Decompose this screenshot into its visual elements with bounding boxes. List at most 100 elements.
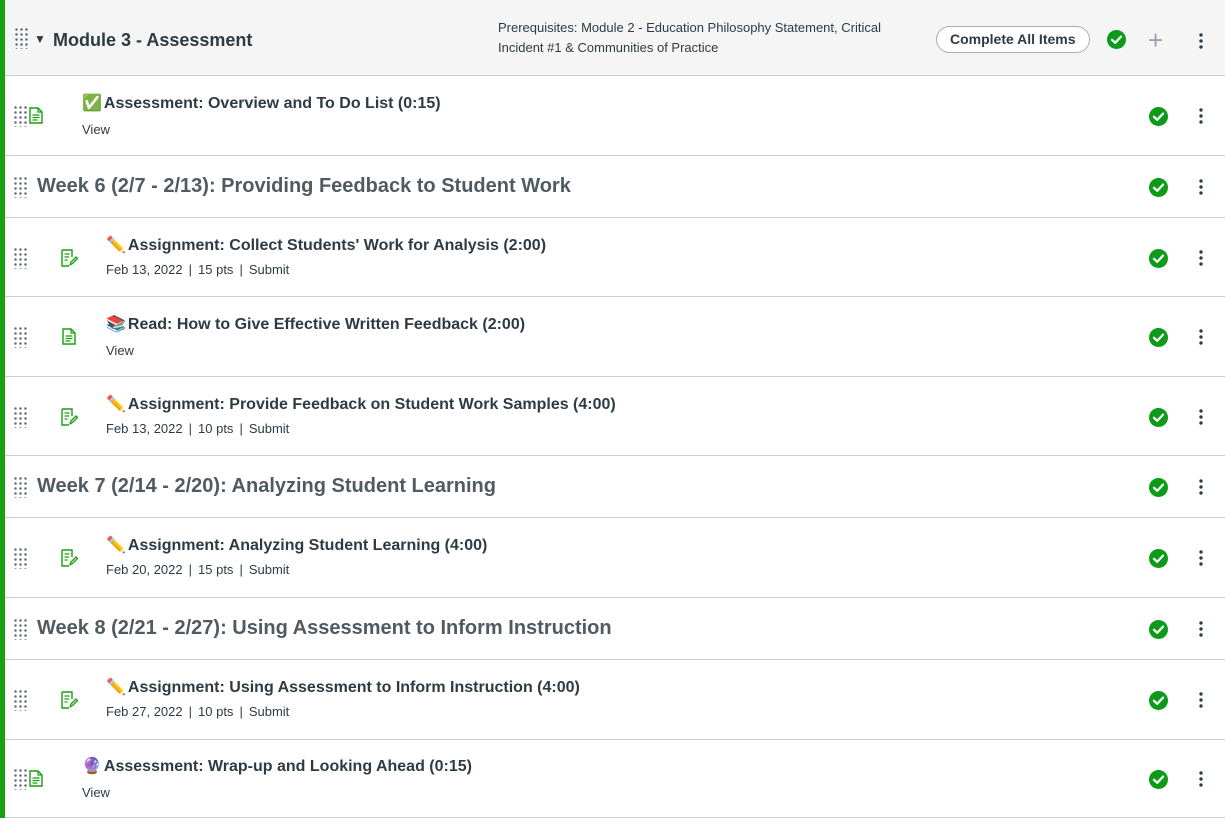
module-item-row[interactable]: ✏️ Assignment: Collect Students' Work for… bbox=[5, 218, 1225, 297]
item-options-icon[interactable] bbox=[1199, 478, 1203, 496]
item-emoji-icon: ✏️ bbox=[106, 396, 126, 413]
complete-check-icon bbox=[1149, 408, 1168, 427]
item-options-icon[interactable] bbox=[1199, 691, 1203, 709]
points: 15 pts bbox=[198, 562, 234, 577]
due-date: Feb 13, 2022 bbox=[106, 262, 183, 277]
item-emoji-icon: ✏️ bbox=[106, 237, 126, 254]
item-meta: Feb 13, 2022 | 10 pts | Submit bbox=[106, 421, 290, 436]
item-action: View bbox=[82, 785, 110, 800]
week-header-row[interactable]: Week 7 (2/14 - 2/20): Analyzing Student … bbox=[5, 456, 1225, 518]
module-item-row[interactable]: ✏️ Assignment: Provide Feedback on Studen… bbox=[5, 377, 1225, 456]
drag-handle-icon[interactable] bbox=[13, 618, 27, 640]
drag-handle-icon[interactable] bbox=[13, 247, 27, 269]
page-icon bbox=[29, 107, 43, 129]
item-options-icon[interactable] bbox=[1199, 770, 1203, 788]
item-action: View bbox=[82, 122, 110, 137]
drag-handle-icon[interactable] bbox=[13, 476, 27, 498]
item-title-text: Assignment: Using Assessment to Inform I… bbox=[127, 679, 580, 696]
drag-handle-icon[interactable] bbox=[13, 406, 27, 428]
submit-status: Submit bbox=[248, 704, 290, 719]
item-action: View bbox=[106, 343, 134, 358]
item-options-icon[interactable] bbox=[1199, 107, 1203, 125]
complete-check-icon bbox=[1149, 107, 1168, 126]
item-title-link[interactable]: ✏️ Assignment: Provide Feedback on Studen… bbox=[106, 394, 616, 414]
points: 10 pts bbox=[198, 704, 234, 719]
prerequisites-text: Prerequisites: Module 2 - Education Phil… bbox=[498, 20, 881, 55]
week-header-row[interactable]: Week 8 (2/21 - 2/27): Using Assessment t… bbox=[5, 598, 1225, 660]
item-emoji-icon: ✏️ bbox=[106, 537, 126, 554]
item-title-link[interactable]: 🔮 Assessment: Wrap-up and Looking Ahead (… bbox=[82, 756, 472, 776]
due-date: Feb 20, 2022 bbox=[106, 562, 183, 577]
complete-check-icon bbox=[1149, 178, 1168, 197]
module-item-row[interactable]: ✅ Assessment: Overview and To Do List (0:… bbox=[5, 76, 1225, 156]
week-header-title: Week 7 (2/14 - 2/20): Analyzing Student … bbox=[37, 475, 496, 497]
drag-handle-icon[interactable] bbox=[13, 176, 27, 198]
drag-handle-icon[interactable] bbox=[13, 326, 27, 348]
complete-check-icon bbox=[1149, 620, 1168, 639]
drag-handle-icon[interactable] bbox=[14, 27, 28, 49]
item-title-text: Assessment: Overview and To Do List (0:1… bbox=[103, 95, 441, 112]
submit-status: Submit bbox=[248, 421, 290, 436]
item-emoji-icon: ✅ bbox=[82, 95, 102, 112]
module-item-row[interactable]: 🔮 Assessment: Wrap-up and Looking Ahead (… bbox=[5, 740, 1225, 818]
drag-handle-icon[interactable] bbox=[13, 689, 27, 711]
assignment-icon bbox=[61, 408, 79, 431]
submit-status: Submit bbox=[248, 262, 290, 277]
item-title-link[interactable]: 📚 Read: How to Give Effective Written Fee… bbox=[106, 314, 525, 334]
module-header[interactable]: ▼ Module 3 - Assessment Prerequisites: M… bbox=[5, 0, 1225, 76]
item-title-text: Assignment: Provide Feedback on Student … bbox=[127, 396, 616, 413]
module-title: Module 3 - Assessment bbox=[53, 30, 253, 50]
item-title-link[interactable]: ✏️ Assignment: Collect Students' Work for… bbox=[106, 235, 546, 255]
complete-check-icon bbox=[1149, 478, 1168, 497]
module-options-icon[interactable] bbox=[1199, 32, 1203, 50]
module-item-row[interactable]: 📚 Read: How to Give Effective Written Fee… bbox=[5, 297, 1225, 377]
item-options-icon[interactable] bbox=[1199, 620, 1203, 638]
complete-check-icon bbox=[1149, 691, 1168, 710]
drag-handle-icon[interactable] bbox=[13, 547, 27, 569]
points: 10 pts bbox=[198, 421, 234, 436]
item-emoji-icon: 🔮 bbox=[82, 758, 102, 775]
drag-handle-icon[interactable] bbox=[13, 768, 27, 790]
assignment-icon bbox=[61, 549, 79, 572]
due-date: Feb 13, 2022 bbox=[106, 421, 183, 436]
complete-check-icon bbox=[1149, 249, 1168, 268]
item-title-text: Read: How to Give Effective Written Feed… bbox=[127, 316, 526, 333]
item-meta: Feb 20, 2022 | 15 pts | Submit bbox=[106, 562, 290, 577]
item-emoji-icon: ✏️ bbox=[106, 679, 126, 696]
item-title-text: Assessment: Wrap-up and Looking Ahead (0… bbox=[103, 758, 472, 775]
item-title-text: Assignment: Analyzing Student Learning (… bbox=[127, 537, 488, 554]
points: 15 pts bbox=[198, 262, 234, 277]
submit-status: Submit bbox=[248, 562, 290, 577]
assignment-icon bbox=[61, 691, 79, 714]
module-item-row[interactable]: ✏️ Assignment: Analyzing Student Learning… bbox=[5, 518, 1225, 598]
item-meta: Feb 27, 2022 | 10 pts | Submit bbox=[106, 704, 290, 719]
item-options-icon[interactable] bbox=[1199, 328, 1203, 346]
item-options-icon[interactable] bbox=[1199, 549, 1203, 567]
drag-handle-icon[interactable] bbox=[13, 105, 27, 127]
item-options-icon[interactable] bbox=[1199, 178, 1203, 196]
page-icon bbox=[29, 770, 43, 792]
item-options-icon[interactable] bbox=[1199, 408, 1203, 426]
assignment-icon bbox=[61, 249, 79, 272]
week-header-row[interactable]: Week 6 (2/7 - 2/13): Providing Feedback … bbox=[5, 156, 1225, 218]
week-header-title: Week 6 (2/7 - 2/13): Providing Feedback … bbox=[37, 175, 571, 197]
module-complete-check-icon bbox=[1107, 30, 1126, 49]
complete-check-icon bbox=[1149, 549, 1168, 568]
due-date: Feb 27, 2022 bbox=[106, 704, 183, 719]
plus-icon[interactable]: + bbox=[1148, 27, 1163, 53]
item-title-link[interactable]: ✏️ Assignment: Analyzing Student Learning… bbox=[106, 535, 487, 555]
item-options-icon[interactable] bbox=[1199, 249, 1203, 267]
item-meta: Feb 13, 2022 | 15 pts | Submit bbox=[106, 262, 290, 277]
module-item-row[interactable]: ✏️ Assignment: Using Assessment to Inform… bbox=[5, 660, 1225, 740]
complete-check-icon bbox=[1149, 770, 1168, 789]
item-emoji-icon: 📚 bbox=[106, 316, 126, 333]
week-header-title: Week 8 (2/21 - 2/27): Using Assessment t… bbox=[37, 617, 612, 639]
page-icon bbox=[62, 328, 76, 350]
module-container: ▼ Module 3 - Assessment Prerequisites: M… bbox=[0, 0, 1225, 818]
complete-all-items-button[interactable]: Complete All Items bbox=[936, 26, 1090, 53]
complete-check-icon bbox=[1149, 328, 1168, 347]
collapse-caret-icon[interactable]: ▼ bbox=[34, 32, 46, 46]
item-title-link[interactable]: ✏️ Assignment: Using Assessment to Inform… bbox=[106, 677, 580, 697]
item-title-link[interactable]: ✅ Assessment: Overview and To Do List (0:… bbox=[82, 93, 441, 113]
item-title-text: Assignment: Collect Students' Work for A… bbox=[127, 237, 547, 254]
